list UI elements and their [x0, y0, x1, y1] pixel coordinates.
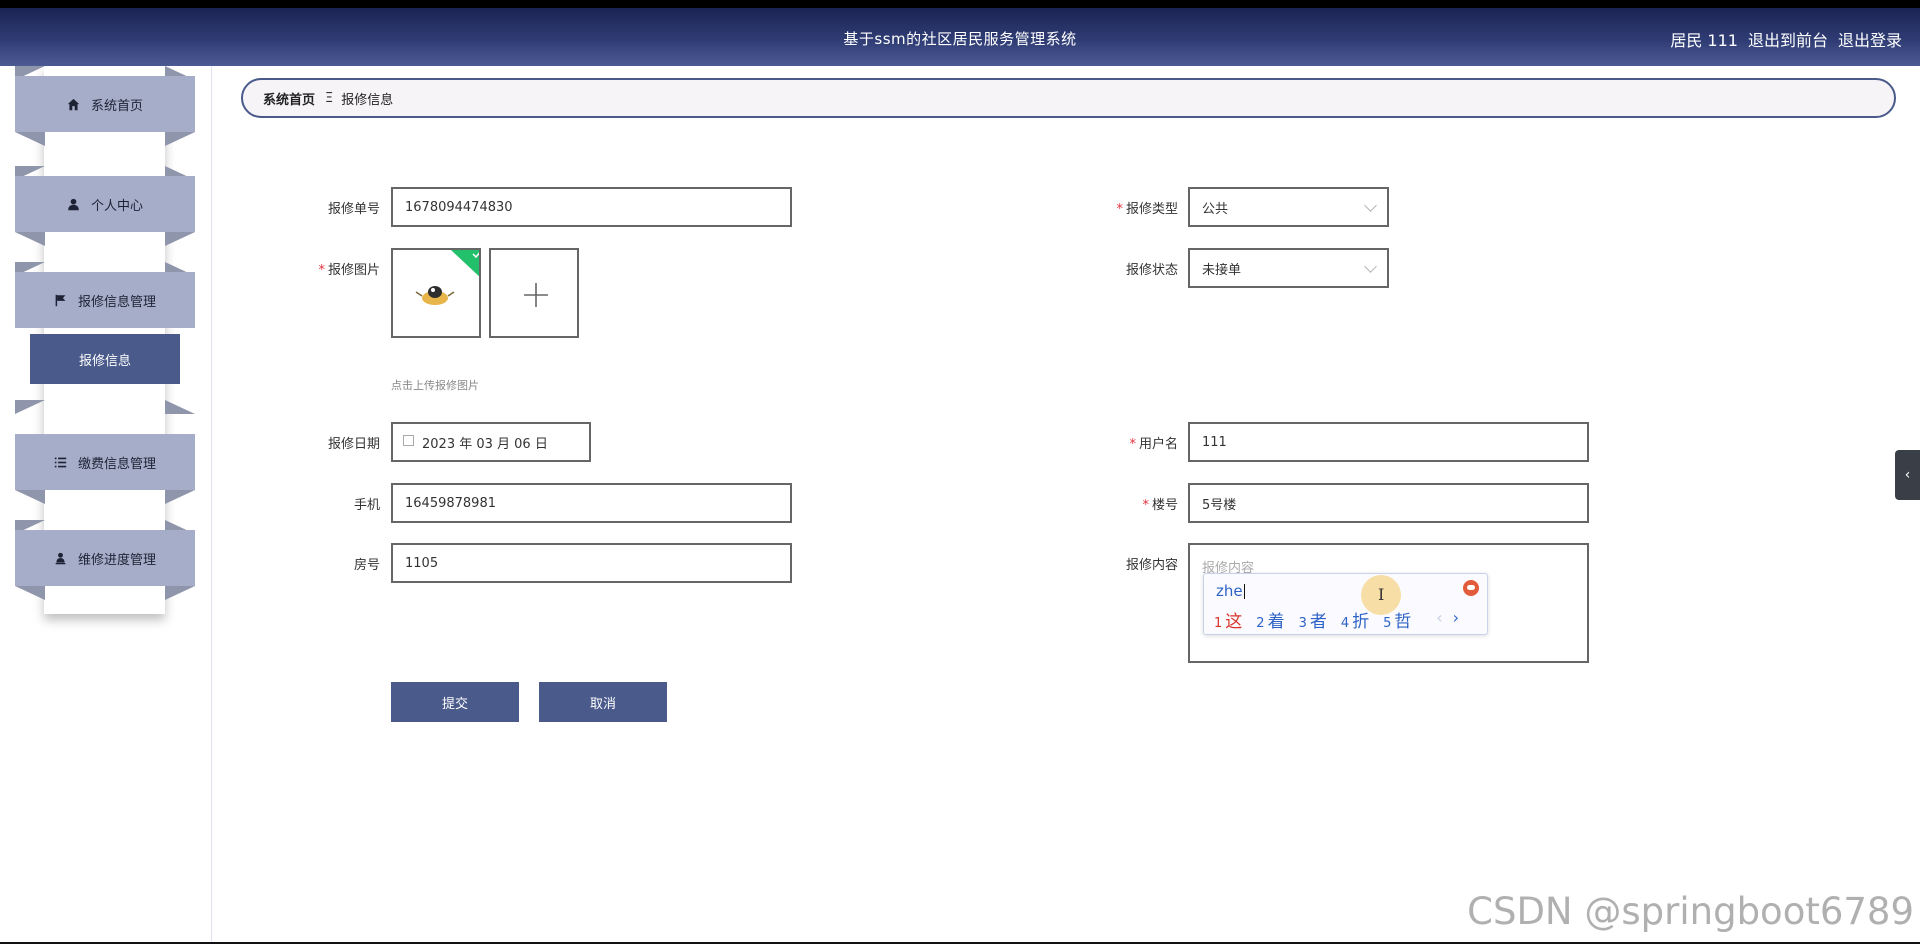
sidebar: 系统首页 个人中心 报修信息管理 报修信息 缴费信息管理 维修进度管理	[0, 66, 212, 942]
order-no-label: 报修单号	[327, 202, 380, 217]
phone-input[interactable]: 16459878981	[391, 483, 792, 523]
repair-status-label: 报修状态	[1125, 263, 1178, 278]
chevron-down-icon	[1364, 260, 1377, 273]
ime-candidate[interactable]: 4折	[1341, 607, 1369, 632]
text-caret	[1243, 584, 1245, 599]
content-label: 报修内容	[1125, 558, 1178, 573]
building-input[interactable]: 5号楼	[1188, 483, 1589, 523]
repair-image-label: * 报修图片	[318, 263, 380, 278]
sidebar-item-label: 报修信息管理	[77, 294, 156, 310]
repair-photo-image	[415, 250, 479, 305]
watermark: CSDN @springboot6789	[1467, 890, 1914, 933]
cancel-button[interactable]: 取消	[539, 682, 667, 722]
repair-status-value: 未接单	[1202, 262, 1242, 278]
chevron-down-icon	[1364, 199, 1377, 212]
user-links: 居民 111 退出到前台 退出登录	[1670, 27, 1902, 51]
ime-candidate-window: zhe 1这 2着 3者 4折 5哲 ‹ ›	[1203, 573, 1488, 635]
sidebar-item-progress-management[interactable]: 维修进度管理	[15, 530, 195, 586]
uploaded-image-thumbnail[interactable]	[391, 248, 481, 338]
ribbon-decor	[15, 400, 195, 414]
flag-icon	[54, 293, 68, 307]
sidebar-item-label: 维修进度管理	[77, 552, 156, 568]
submit-button[interactable]: 提交	[391, 682, 519, 722]
calendar-icon	[403, 434, 414, 446]
breadcrumb-separator: Ξ	[325, 90, 334, 106]
home-icon	[67, 97, 81, 111]
ime-logo-icon	[1463, 580, 1479, 596]
logout-link[interactable]: 退出登录	[1838, 27, 1902, 51]
repair-date-value: 2023 年 03 月 06 日	[422, 436, 548, 452]
breadcrumb-current: 报修信息	[341, 92, 394, 108]
building-label: * 楼号	[1142, 498, 1178, 513]
username-label: * 用户名	[1129, 437, 1178, 452]
user-icon	[67, 197, 81, 211]
phone-label: 手机	[353, 498, 380, 513]
ime-page-nav: ‹ ›	[1436, 608, 1459, 627]
repair-status-select[interactable]: 未接单	[1188, 248, 1389, 288]
sidebar-item-label: 个人中心	[90, 198, 143, 214]
username-input[interactable]: 111	[1188, 422, 1589, 462]
room-input[interactable]: 1105	[391, 543, 792, 583]
ime-candidate[interactable]: 3者	[1299, 607, 1327, 632]
breadcrumb: 系统首页 Ξ 报修信息	[241, 78, 1896, 118]
top-header: 基于ssm的社区居民服务管理系统 居民 111 退出到前台 退出登录	[0, 8, 1920, 66]
sidebar-item-profile[interactable]: 个人中心	[15, 176, 195, 232]
ribbon-decor	[15, 232, 195, 246]
ime-pinyin: zhe	[1216, 582, 1245, 600]
ribbon-decor	[15, 490, 195, 504]
sidebar-item-label: 系统首页	[90, 98, 143, 114]
app-title: 基于ssm的社区居民服务管理系统	[843, 30, 1077, 48]
sidebar-subitem-repair-info[interactable]: 报修信息	[30, 334, 180, 384]
order-no-input[interactable]: 1678094474830	[391, 187, 792, 227]
app-window: 基于ssm的社区居民服务管理系统 居民 111 退出到前台 退出登录 系统首页 …	[0, 8, 1920, 942]
ime-next-page-button[interactable]: ›	[1453, 608, 1459, 627]
sidebar-item-repair-management[interactable]: 报修信息管理	[15, 272, 195, 328]
breadcrumb-home[interactable]: 系统首页	[263, 89, 315, 108]
ime-candidate[interactable]: 1这	[1214, 607, 1242, 632]
text-cursor-icon: I	[1378, 585, 1385, 604]
sidebar-item-home[interactable]: 系统首页	[15, 76, 195, 132]
upload-hint: 点击上传报修图片	[391, 379, 479, 392]
ime-prev-page-button[interactable]: ‹	[1436, 608, 1442, 627]
current-user-label: 居民 111	[1670, 31, 1738, 50]
ime-candidate[interactable]: 2着	[1256, 607, 1284, 632]
repair-type-value: 公共	[1202, 201, 1229, 217]
room-label: 房号	[353, 558, 380, 573]
sidebar-item-label: 缴费信息管理	[77, 456, 156, 472]
repair-type-label: * 报修类型	[1116, 202, 1178, 217]
repair-date-input[interactable]: 2023 年 03 月 06 日	[391, 422, 591, 462]
sidebar-item-payment-management[interactable]: 缴费信息管理	[15, 434, 195, 490]
add-image-button[interactable]	[489, 248, 579, 338]
ribbon-decor	[15, 586, 195, 600]
collapse-panel-tab[interactable]: ‹	[1895, 450, 1920, 500]
ribbon-decor	[15, 132, 195, 146]
repair-type-select[interactable]: 公共	[1188, 187, 1389, 227]
plus-icon	[524, 283, 548, 307]
person-icon	[54, 551, 68, 565]
repair-date-label: 报修日期	[327, 437, 380, 452]
list-icon	[54, 455, 68, 469]
back-to-front-link[interactable]: 退出到前台	[1748, 27, 1828, 51]
